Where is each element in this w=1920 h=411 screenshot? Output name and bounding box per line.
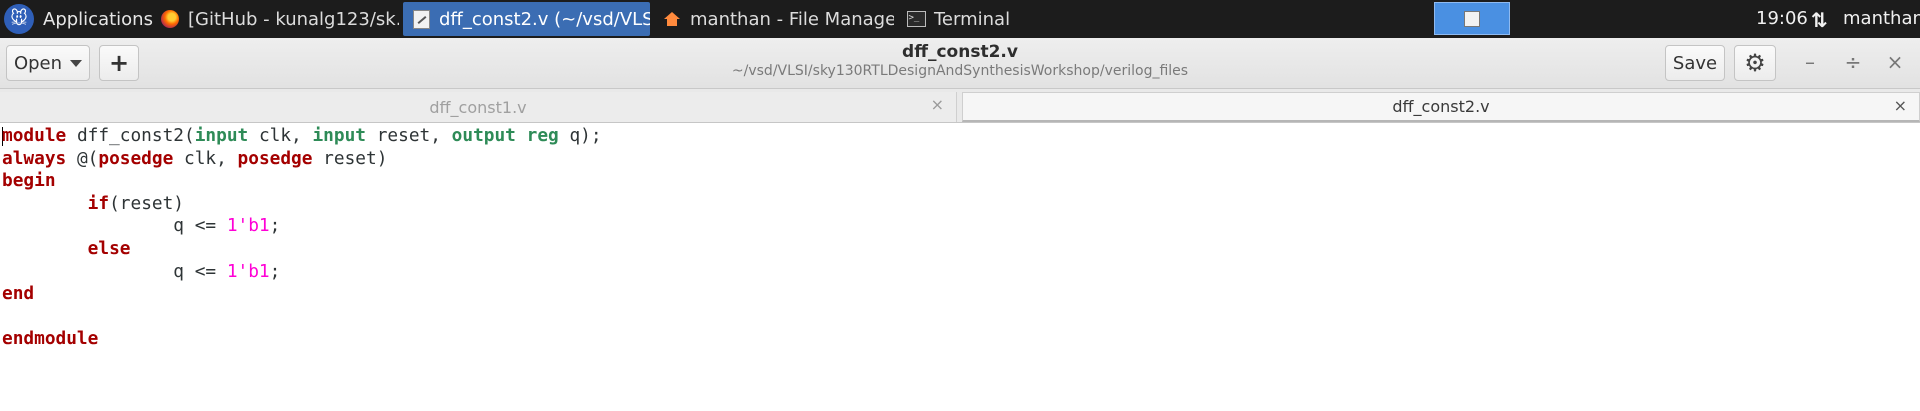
- header-bar: Open + dff_const2.v ~/vsd/VLSI/sky130RTL…: [0, 38, 1920, 89]
- maximize-button[interactable]: ÷: [1840, 49, 1866, 75]
- applications-menu[interactable]: 🐭 Applications: [0, 0, 153, 38]
- save-button[interactable]: Save: [1665, 45, 1725, 81]
- code-line[interactable]: always @(posedge clk, posedge reset): [2, 148, 602, 171]
- code-token: clk,: [173, 147, 238, 169]
- save-label: Save: [1672, 52, 1718, 74]
- code-token: reset): [312, 147, 388, 169]
- tab-dff-const1[interactable]: dff_const1.v ×: [0, 92, 957, 122]
- task-file-manager[interactable]: manthan - File Manager: [654, 2, 894, 36]
- tab-label: dff_const2.v: [1392, 97, 1490, 116]
- document-title: dff_const2.v: [902, 42, 1018, 62]
- code-token: ;: [269, 215, 281, 237]
- code-text[interactable]: module dff_const2(input clk, input reset…: [2, 125, 602, 351]
- gear-icon: ⚙: [1744, 49, 1766, 77]
- code-token: q <=: [2, 215, 227, 237]
- chevron-down-icon: [70, 59, 83, 67]
- code-token: always: [2, 147, 67, 169]
- code-token: 1'b1: [226, 260, 270, 282]
- code-token: begin: [2, 170, 56, 192]
- minimize-button[interactable]: –: [1797, 49, 1823, 75]
- code-token: input: [194, 125, 249, 146]
- code-token: if: [87, 192, 110, 214]
- code-token: reg: [526, 125, 559, 146]
- code-token: q <=: [2, 260, 227, 282]
- workspace-window-icon: [1464, 10, 1480, 27]
- menu-button[interactable]: ⚙: [1734, 45, 1776, 81]
- code-token: input: [312, 125, 366, 146]
- code-token: (reset): [109, 192, 185, 214]
- home-folder-icon: [662, 9, 682, 29]
- code-token: q);: [558, 125, 602, 146]
- code-token: endmodule: [2, 328, 99, 350]
- top-panel: 🐭 Applications [GitHub - kunalg123/sk...…: [0, 0, 1920, 38]
- code-editor[interactable]: module dff_const2(input clk, input reset…: [0, 123, 1920, 411]
- window-title: dff_const2.v ~/vsd/VLSI/sky130RTLDesignA…: [660, 42, 1260, 79]
- code-token: ;: [269, 260, 281, 282]
- code-line[interactable]: q <= 1'b1;: [2, 215, 602, 238]
- user-menu[interactable]: manthan: [1843, 0, 1920, 38]
- code-line[interactable]: begin: [2, 170, 602, 193]
- code-line[interactable]: if(reset): [2, 193, 602, 216]
- tab-label: dff_const1.v: [429, 97, 527, 117]
- task-gedit-dff-const2[interactable]: dff_const2.v (~/vsd/VLS...: [403, 2, 650, 36]
- tab-dff-const2[interactable]: dff_const2.v ×: [962, 92, 1920, 122]
- code-token: output: [451, 125, 516, 146]
- applications-label: Applications: [43, 8, 153, 30]
- code-token: 1'b1: [226, 215, 270, 237]
- plus-icon: +: [108, 49, 130, 77]
- code-token: clk,: [248, 125, 313, 146]
- task-firefox-github[interactable]: [GitHub - kunalg123/sk...: [152, 2, 399, 36]
- task-label: Terminal: [934, 8, 1011, 30]
- code-line[interactable]: q <= 1'b1;: [2, 261, 602, 284]
- code-token: end: [2, 283, 35, 305]
- code-line[interactable]: module dff_const2(input clk, input reset…: [2, 125, 602, 148]
- text-editor-icon: [411, 9, 431, 29]
- xfce-mouse-icon: 🐭: [4, 4, 34, 34]
- code-token: posedge: [98, 147, 174, 169]
- code-token: reset,: [366, 125, 452, 146]
- open-label: Open: [13, 52, 63, 74]
- close-tab-icon[interactable]: ×: [931, 95, 944, 114]
- document-tabs: dff_const1.v × dff_const2.v ×: [0, 89, 1920, 123]
- terminal-icon: >_: [906, 9, 926, 29]
- code-line[interactable]: end: [2, 283, 602, 306]
- task-terminal[interactable]: >_ Terminal: [898, 2, 1058, 36]
- workspace-switcher[interactable]: [1434, 2, 1510, 35]
- close-window-button[interactable]: ×: [1882, 49, 1908, 75]
- firefox-icon: [160, 9, 180, 29]
- clock[interactable]: 19:06: [1756, 0, 1808, 38]
- new-tab-button[interactable]: +: [99, 45, 139, 81]
- task-label: manthan - File Manager: [690, 8, 894, 30]
- close-tab-icon[interactable]: ×: [1894, 96, 1907, 115]
- code-token: dff_const2(: [66, 125, 195, 146]
- task-label: [GitHub - kunalg123/sk...: [188, 8, 399, 30]
- code-line[interactable]: else: [2, 238, 602, 261]
- code-token: posedge: [237, 147, 313, 169]
- code-line[interactable]: endmodule: [2, 328, 602, 351]
- task-label: dff_const2.v (~/vsd/VLS...: [439, 8, 650, 30]
- open-button[interactable]: Open: [6, 45, 90, 81]
- document-path: ~/vsd/VLSI/sky130RTLDesignAndSynthesisWo…: [731, 63, 1189, 79]
- code-token: module: [2, 125, 67, 146]
- network-icon[interactable]: ⇅: [1811, 9, 1833, 31]
- code-token: @(: [66, 147, 99, 169]
- code-line[interactable]: [2, 306, 602, 329]
- code-token: else: [87, 237, 131, 259]
